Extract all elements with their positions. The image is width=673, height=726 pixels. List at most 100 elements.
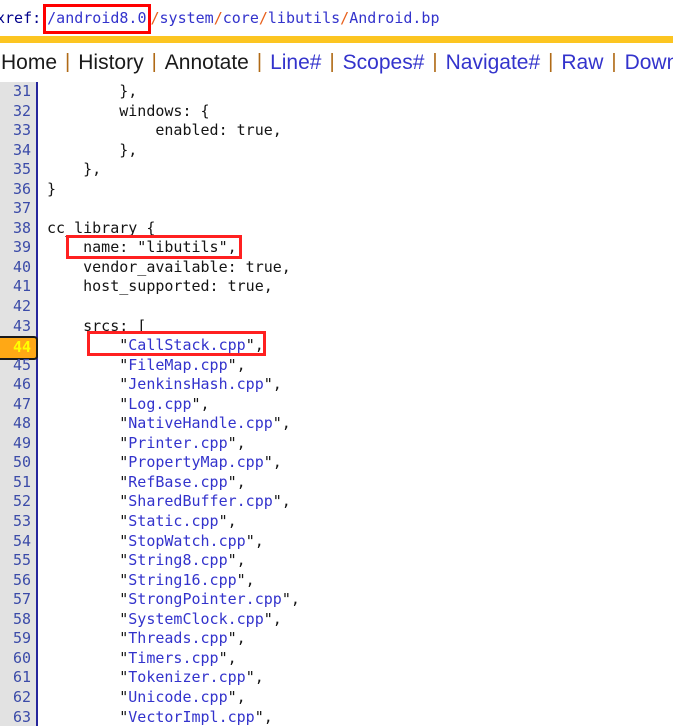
- code-line: 34 },: [0, 141, 673, 161]
- breadcrumb-link-android-bp[interactable]: Android.bp: [349, 9, 439, 27]
- breadcrumb-link-core[interactable]: core: [223, 9, 259, 27]
- nav-item-download[interactable]: Download: [624, 51, 673, 75]
- code-line: 48 "NativeHandle.cpp",: [0, 414, 673, 434]
- line-number-55[interactable]: 55: [0, 551, 38, 571]
- source-file-link-refbase-cpp[interactable]: RefBase.cpp: [128, 473, 227, 491]
- line-number-48[interactable]: 48: [0, 414, 38, 434]
- code-line-content: "String16.cpp",: [38, 570, 255, 591]
- source-file-link-tokenizer-cpp[interactable]: Tokenizer.cpp: [128, 668, 245, 686]
- line-number-52[interactable]: 52: [0, 492, 38, 512]
- nav-item-raw[interactable]: Raw: [560, 51, 604, 75]
- source-file-link-jenkinshash-cpp[interactable]: JenkinsHash.cpp: [128, 375, 263, 393]
- line-number-61[interactable]: 61: [0, 668, 38, 688]
- source-file-link-systemclock-cpp[interactable]: SystemClock.cpp: [128, 610, 263, 628]
- breadcrumb-link-system[interactable]: system: [160, 9, 214, 27]
- code-line-content: "String8.cpp",: [38, 551, 245, 571]
- code-token: ": [47, 707, 129, 726]
- line-number-60[interactable]: 60: [0, 649, 38, 669]
- line-number-32[interactable]: 32: [0, 102, 38, 122]
- line-number-40[interactable]: 40: [0, 258, 38, 278]
- code-line: 39 name: "libutils",: [0, 238, 673, 258]
- line-number-50[interactable]: 50: [0, 453, 38, 473]
- line-number-42[interactable]: 42: [0, 297, 38, 317]
- code-token: ": [47, 668, 129, 687]
- nav-item-annotate[interactable]: Annotate: [164, 51, 250, 75]
- line-number-51[interactable]: 51: [0, 473, 38, 493]
- line-number-49[interactable]: 49: [0, 434, 38, 454]
- line-number-33[interactable]: 33: [0, 121, 38, 141]
- code-token: ": [47, 570, 129, 589]
- code-line: 36}: [0, 180, 673, 200]
- nav-item-history[interactable]: History: [77, 51, 144, 75]
- line-number-45[interactable]: 45: [0, 356, 38, 376]
- nav-separator: |: [256, 51, 263, 73]
- source-file-link-callstack-cpp[interactable]: CallStack.cpp: [128, 336, 245, 354]
- line-number-46[interactable]: 46: [0, 375, 38, 395]
- breadcrumb-link-project[interactable]: /android8.0: [47, 9, 146, 27]
- code-token: vendor_available: true,: [47, 257, 291, 276]
- source-file-link-threads-cpp[interactable]: Threads.cpp: [128, 629, 227, 647]
- nav-item-line[interactable]: Line#: [269, 51, 322, 75]
- source-file-link-filemap-cpp[interactable]: FileMap.cpp: [128, 356, 227, 374]
- line-number-38[interactable]: 38: [0, 219, 38, 239]
- code-token: ",: [236, 570, 255, 589]
- line-number-36[interactable]: 36: [0, 180, 38, 200]
- source-file-link-static-cpp[interactable]: Static.cpp: [128, 512, 218, 530]
- xref-label: xref:: [0, 9, 42, 27]
- source-file-link-sharedbuffer-cpp[interactable]: SharedBuffer.cpp: [128, 492, 273, 510]
- code-token: ",: [227, 629, 246, 648]
- line-number-41[interactable]: 41: [0, 277, 38, 297]
- gold-divider-bar: [0, 36, 673, 43]
- line-number-35[interactable]: 35: [0, 160, 38, 180]
- source-file-link-timers-cpp[interactable]: Timers.cpp: [128, 649, 218, 667]
- breadcrumb-link-libutils[interactable]: libutils: [268, 9, 340, 27]
- code-line-content: "StopWatch.cpp",: [38, 532, 264, 552]
- line-number-53[interactable]: 53: [0, 512, 38, 532]
- code-token: name: "libutils",: [47, 238, 237, 257]
- line-number-62[interactable]: 62: [0, 688, 38, 708]
- line-number-43[interactable]: 43: [0, 317, 38, 337]
- line-number-57[interactable]: 57: [0, 590, 38, 610]
- code-line: 42: [0, 297, 673, 317]
- source-file-link-string16-cpp[interactable]: String16.cpp: [128, 571, 236, 589]
- nav-item-navigate[interactable]: Navigate#: [445, 51, 542, 75]
- line-number-59[interactable]: 59: [0, 629, 38, 649]
- code-token: ": [47, 648, 129, 667]
- line-number-54[interactable]: 54: [0, 532, 38, 552]
- xref-breadcrumb-header: xref: /android8.0 /system/core/libutils/…: [0, 0, 673, 36]
- source-file-link-strongpointer-cpp[interactable]: StrongPointer.cpp: [128, 590, 282, 608]
- source-file-link-stopwatch-cpp[interactable]: StopWatch.cpp: [128, 532, 245, 550]
- line-number-63[interactable]: 63: [0, 708, 38, 726]
- line-number-39[interactable]: 39: [0, 238, 38, 258]
- line-number-34[interactable]: 34: [0, 141, 38, 161]
- line-number-37[interactable]: 37: [0, 199, 38, 219]
- line-number-31[interactable]: 31: [0, 82, 38, 102]
- code-line: 63 "VectorImpl.cpp",: [0, 708, 673, 726]
- code-token: ": [47, 551, 129, 570]
- source-file-link-propertymap-cpp[interactable]: PropertyMap.cpp: [128, 453, 263, 471]
- code-line: 38 cc_library {: [0, 219, 673, 239]
- source-file-link-log-cpp[interactable]: Log.cpp: [128, 395, 191, 413]
- breadcrumb-separator: /: [150, 9, 160, 27]
- code-line: 61 "Tokenizer.cpp",: [0, 668, 673, 688]
- nav-item-home[interactable]: Home: [0, 51, 58, 75]
- source-file-link-vectorimpl-cpp[interactable]: VectorImpl.cpp: [128, 708, 254, 726]
- source-file-link-printer-cpp[interactable]: Printer.cpp: [128, 434, 227, 452]
- code-line: 43 srcs: [: [0, 317, 673, 337]
- code-token: ",: [245, 336, 264, 355]
- line-number-47[interactable]: 47: [0, 395, 38, 415]
- source-file-link-nativehandle-cpp[interactable]: NativeHandle.cpp: [128, 414, 273, 432]
- code-line: 31 },: [0, 82, 673, 102]
- line-number-56[interactable]: 56: [0, 571, 38, 591]
- source-file-link-unicode-cpp[interactable]: Unicode.cpp: [128, 688, 227, 706]
- line-number-58[interactable]: 58: [0, 610, 38, 630]
- source-file-link-string8-cpp[interactable]: String8.cpp: [128, 551, 227, 569]
- code-line-content: },: [38, 160, 101, 180]
- code-token: ": [47, 492, 129, 511]
- project-breadcrumb[interactable]: /android8.0: [43, 3, 151, 34]
- code-line-content: }: [38, 180, 56, 200]
- code-token: ": [47, 336, 129, 355]
- nav-item-scopes[interactable]: Scopes#: [342, 51, 426, 75]
- code-line: 58 "SystemClock.cpp",: [0, 610, 673, 630]
- code-line: 56 "String16.cpp",: [0, 571, 673, 591]
